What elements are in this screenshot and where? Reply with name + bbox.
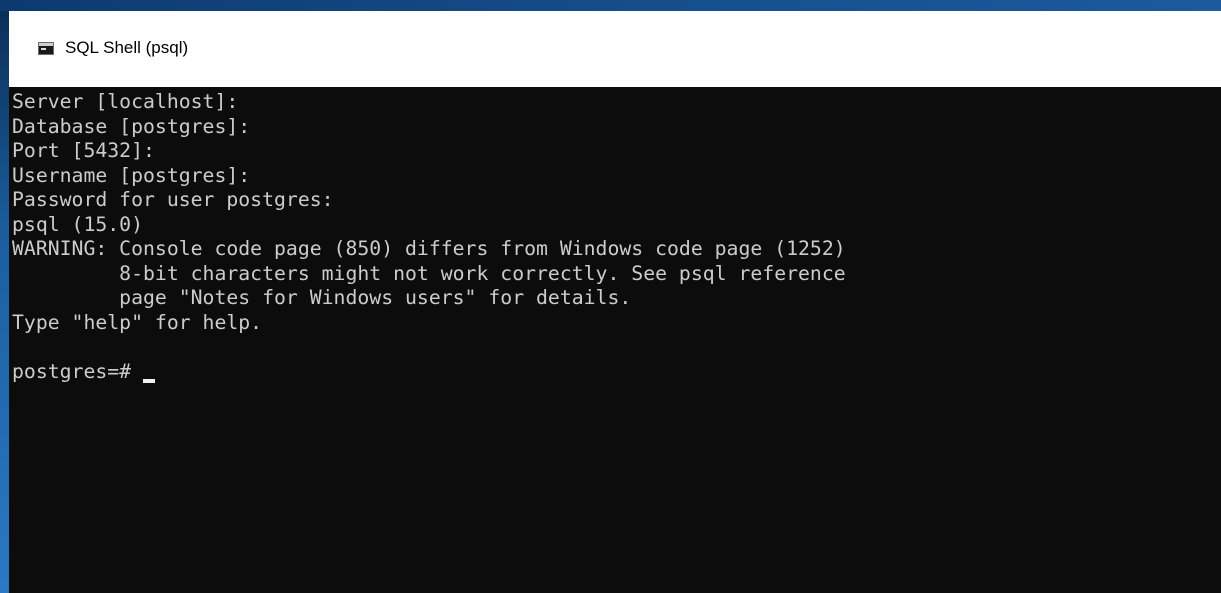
- console-line-warning-cont-1: 8-bit characters might not work correctl…: [12, 261, 846, 285]
- sql-shell-window[interactable]: SQL Shell (psql) Server [localhost]: Dat…: [9, 11, 1221, 593]
- console-line-version: psql (15.0): [12, 212, 144, 236]
- desktop-background-strip: [0, 0, 1221, 11]
- console-lines: Server [localhost]: Database [postgres]:…: [12, 90, 846, 384]
- console-line-database: Database [postgres]:: [12, 114, 251, 138]
- console-app-icon[interactable]: [38, 42, 54, 55]
- window-title: SQL Shell (psql): [65, 38, 189, 57]
- console-line-server: Server [localhost]:: [12, 90, 239, 113]
- command-prompt-line[interactable]: postgres=#: [12, 360, 846, 385]
- desktop-background-edge: [0, 11, 9, 593]
- console-line-username: Username [postgres]:: [12, 163, 251, 187]
- console-output-area[interactable]: Server [localhost]: Database [postgres]:…: [9, 87, 1221, 593]
- console-line-help: Type "help" for help.: [12, 310, 263, 334]
- console-line-blank: [12, 335, 846, 360]
- text-cursor: [143, 378, 156, 383]
- title-bar[interactable]: SQL Shell (psql): [9, 11, 1221, 87]
- console-line-password: Password for user postgres:: [12, 188, 334, 211]
- command-prompt: postgres=#: [12, 359, 144, 383]
- desktop-frame: SQL Shell (psql) Server [localhost]: Dat…: [0, 0, 1221, 593]
- console-line-warning: WARNING: Console code page (850) differs…: [12, 237, 846, 260]
- console-line-warning-cont-2: page "Notes for Windows users" for detai…: [12, 286, 632, 309]
- console-line-port: Port [5432]:: [12, 139, 155, 162]
